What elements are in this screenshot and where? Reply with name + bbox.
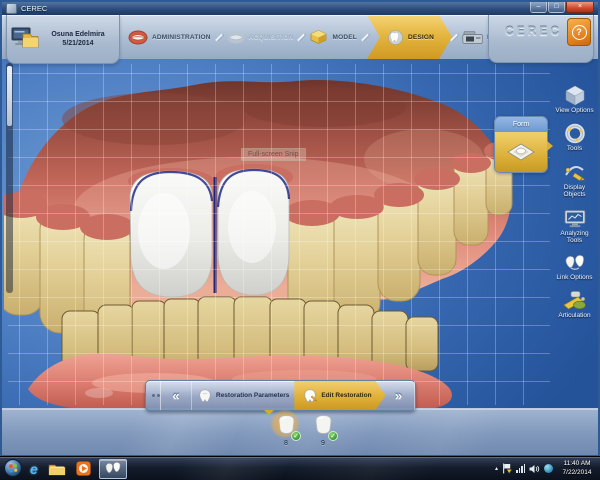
- sidebar-item-label: Display Objects: [552, 184, 597, 199]
- tray-expand-icon[interactable]: ▴: [495, 465, 498, 472]
- tab-model[interactable]: MODEL: [303, 15, 362, 59]
- speaker-icon[interactable]: [529, 464, 540, 474]
- sidebar-item-label: Tools: [567, 145, 582, 152]
- wizard-grip-handle[interactable]: [146, 381, 161, 410]
- clock-time: 11:40 AM: [557, 460, 597, 469]
- title-bar[interactable]: CEREC – □ ×: [2, 2, 598, 15]
- tab-label: MODEL: [332, 34, 356, 41]
- design-canvas[interactable]: Full-screen Snip Form: [2, 59, 598, 455]
- sidebar-item-label: Link Options: [556, 274, 592, 281]
- question-mark-icon: ?: [572, 25, 587, 40]
- patient-name: Osuna Edelmira: [40, 30, 116, 39]
- action-center-flag-icon[interactable]: [502, 463, 512, 474]
- sidebar-item-view-options[interactable]: View Options: [552, 85, 597, 114]
- articulation-articulator-icon: [562, 290, 588, 311]
- view-options-cube-icon: [563, 85, 587, 106]
- tab-label: ADMINISTRATION: [152, 34, 211, 41]
- maximize-button[interactable]: □: [548, 2, 565, 13]
- windows-flag-icon: [9, 464, 18, 473]
- minimize-button[interactable]: –: [530, 2, 547, 13]
- taskbar-icons: e: [28, 457, 127, 480]
- tools-ring-icon: [563, 123, 587, 144]
- help-button[interactable]: ?: [567, 18, 591, 46]
- form-tool-button[interactable]: [495, 132, 547, 172]
- sidebar-item-label: View Options: [555, 107, 593, 114]
- patient-info: Osuna Edelmira 5/21/2014: [40, 30, 116, 49]
- administration-icon: [128, 30, 148, 45]
- restoration-list: ✓ 8 ✓ 9: [273, 413, 336, 447]
- cerec-taskbar-button[interactable]: [99, 459, 127, 479]
- tab-label: DESIGN: [408, 34, 434, 41]
- internet-explorer-icon: e: [30, 461, 38, 477]
- cerec-window: CEREC – □ × Osuna Edelmira 5/21/2014: [0, 0, 600, 457]
- display-objects-pen-icon: [563, 162, 587, 183]
- file-explorer-button[interactable]: [46, 459, 68, 479]
- sidebar-item-link-options[interactable]: Link Options: [552, 254, 597, 281]
- sidebar-item-display-objects[interactable]: Display Objects: [552, 162, 597, 199]
- cerec-app-icon: [104, 462, 122, 476]
- tab-acquisition: ACQUISITION: [221, 15, 300, 59]
- step-edit-restoration[interactable]: Edit Restoration: [294, 381, 385, 410]
- window-title: CEREC: [21, 4, 47, 13]
- restoration-tooth-8[interactable]: ✓ 8: [273, 413, 299, 447]
- media-player-button[interactable]: [74, 459, 93, 479]
- dental-model-3d[interactable]: [4, 59, 544, 415]
- taskbar: e: [0, 456, 600, 480]
- acquisition-icon: [227, 31, 245, 44]
- step-restoration-parameters[interactable]: Restoration Parameters: [192, 381, 294, 410]
- taskbar-clock[interactable]: 11:40 AM 7/22/2014: [557, 460, 597, 478]
- tab-administration[interactable]: ADMINISTRATION: [122, 15, 217, 59]
- media-player-icon: [76, 461, 91, 476]
- close-button[interactable]: ×: [566, 2, 594, 13]
- zoom-slider-thumb[interactable]: [7, 66, 12, 126]
- design-icon: [387, 29, 404, 45]
- system-tray: ▴ 11:40 AM 7/22/2014: [495, 457, 597, 480]
- zoom-slider[interactable]: [6, 63, 13, 293]
- patient-database-icon: [10, 25, 40, 53]
- step-label: Edit Restoration: [321, 392, 371, 399]
- snip-tooltip: Full-screen Snip: [241, 148, 306, 161]
- link-options-teeth-icon: [563, 254, 587, 273]
- tab-label: ACQUISITION: [249, 34, 294, 41]
- network-icon[interactable]: [516, 464, 525, 473]
- grip-dots-icon: [152, 394, 155, 397]
- window-controls: – □ ×: [530, 2, 594, 13]
- check-badge-icon: ✓: [328, 431, 338, 441]
- step-label: Restoration Parameters: [216, 392, 289, 399]
- desktop: CEREC – □ × Osuna Edelmira 5/21/2014: [0, 0, 600, 480]
- next-step-button[interactable]: »: [384, 381, 415, 410]
- restoration-tooth-9[interactable]: ✓ 9: [310, 413, 336, 447]
- check-badge-icon: ✓: [291, 431, 301, 441]
- workflow-tabs: ADMINISTRATION ACQUISITION MODEL: [122, 15, 486, 59]
- sidebar-item-tools[interactable]: Tools: [552, 123, 597, 152]
- patient-date: 5/21/2014: [40, 39, 116, 48]
- folder-icon: [48, 462, 66, 476]
- tooth-number: 8: [284, 440, 288, 447]
- edit-restoration-tooth-icon: [302, 388, 318, 404]
- tool-sidebar: View Options Tools: [551, 59, 598, 409]
- start-button[interactable]: [4, 459, 22, 477]
- sidebar-item-analyzing-tools[interactable]: Analyzing Tools: [552, 208, 597, 245]
- analyzing-tools-monitor-icon: [563, 208, 587, 229]
- form-tool-panel[interactable]: Form: [494, 116, 548, 173]
- model-icon: [309, 29, 328, 45]
- clock-date: 7/22/2014: [557, 469, 597, 478]
- sidebar-item-articulation[interactable]: Articulation: [552, 290, 597, 319]
- window-app-icon: [6, 3, 17, 14]
- wizard-bar: « Restoration Parameters Edit Restoratio…: [145, 380, 416, 411]
- tray-app-icon[interactable]: [544, 464, 553, 473]
- form-diamond-icon: [507, 143, 535, 161]
- sidebar-item-label: Analyzing Tools: [552, 230, 597, 245]
- form-panel-title: Form: [495, 117, 547, 132]
- patient-tab[interactable]: Osuna Edelmira 5/21/2014: [6, 15, 120, 64]
- cerec-brand-logo: CEREC: [505, 24, 562, 38]
- sidebar-item-label: Articulation: [558, 312, 590, 319]
- tab-design[interactable]: DESIGN: [367, 15, 452, 59]
- internet-explorer-button[interactable]: e: [28, 459, 40, 479]
- mill-icon: [462, 30, 483, 45]
- tooth-number: 9: [321, 440, 325, 447]
- restoration-parameters-tooth-icon: [197, 388, 213, 404]
- previous-step-button[interactable]: «: [161, 381, 192, 410]
